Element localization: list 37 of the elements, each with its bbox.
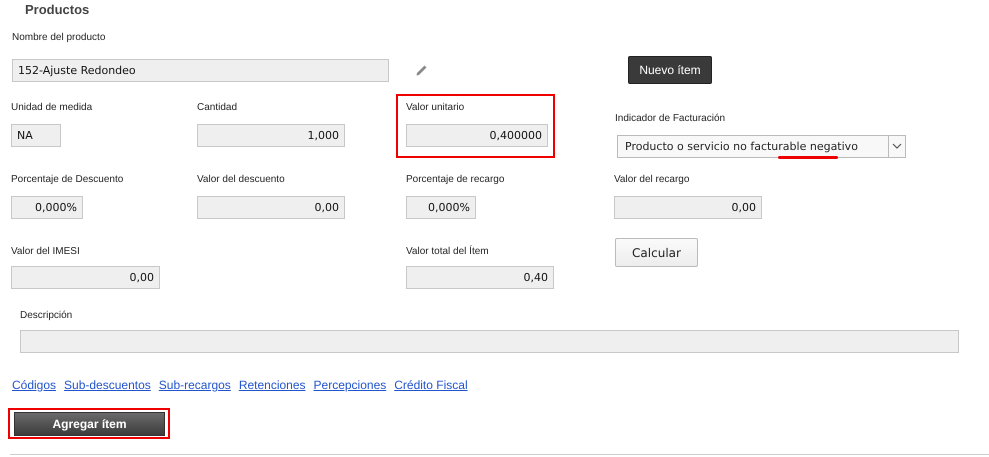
field-label: Valor del IMESI [11, 246, 81, 258]
add-item-button[interactable]: Agregar ítem [14, 412, 165, 436]
input-field[interactable]: 0,400000 [406, 124, 548, 147]
tab-link[interactable]: Códigos [12, 378, 56, 392]
field-label: Valor del descuento [197, 174, 286, 186]
field-label: Porcentaje de recargo [406, 174, 504, 186]
field-label: Nombre del producto [12, 32, 106, 44]
section-title: Productos [25, 2, 90, 18]
description-field[interactable] [20, 330, 959, 353]
tab-link[interactable]: Crédito Fiscal [394, 378, 468, 392]
calculate-button[interactable]: Calcular [615, 238, 698, 267]
tab-link[interactable]: Retenciones [238, 378, 306, 392]
field-label: Unidad de medida [11, 102, 92, 114]
input-field[interactable]: 0,00 [614, 196, 762, 219]
input-field[interactable]: 1,000 [197, 124, 345, 147]
input-field[interactable]: 0,000% [11, 196, 83, 219]
product-name-field[interactable]: 152-Ajuste Redondeo [12, 58, 389, 82]
field-label: Valor total del Ítem [406, 246, 490, 258]
field-label: Valor del recargo [614, 174, 690, 186]
input-field[interactable]: 0,000% [406, 196, 476, 219]
tab-link[interactable]: Sub-descuentos [64, 378, 151, 392]
pencil-icon[interactable] [415, 63, 429, 77]
tab-link[interactable]: Percepciones [314, 378, 386, 392]
input-field[interactable]: NA [11, 124, 61, 147]
field-label: Valor unitario [406, 102, 466, 114]
field-label: Indicador de Facturación [615, 113, 726, 125]
field-label: Descripción [20, 310, 74, 322]
input-field[interactable]: 0,00 [197, 196, 345, 219]
input-field[interactable]: 0,00 [11, 266, 160, 289]
tab-link[interactable]: Sub-recargos [158, 378, 231, 392]
dropdown-value: Producto o servicio no facturable negativo [624, 140, 859, 153]
field-label: Porcentaje de Descuento [11, 174, 124, 186]
input-field[interactable]: 0,40 [406, 266, 554, 289]
field-label: Cantidad [197, 102, 238, 114]
billing-indicator-dropdown[interactable]: Producto o servicio no facturable negativo [617, 135, 906, 158]
underline-mark [778, 156, 838, 159]
new-item-button[interactable]: Nuevo ítem [628, 56, 712, 84]
